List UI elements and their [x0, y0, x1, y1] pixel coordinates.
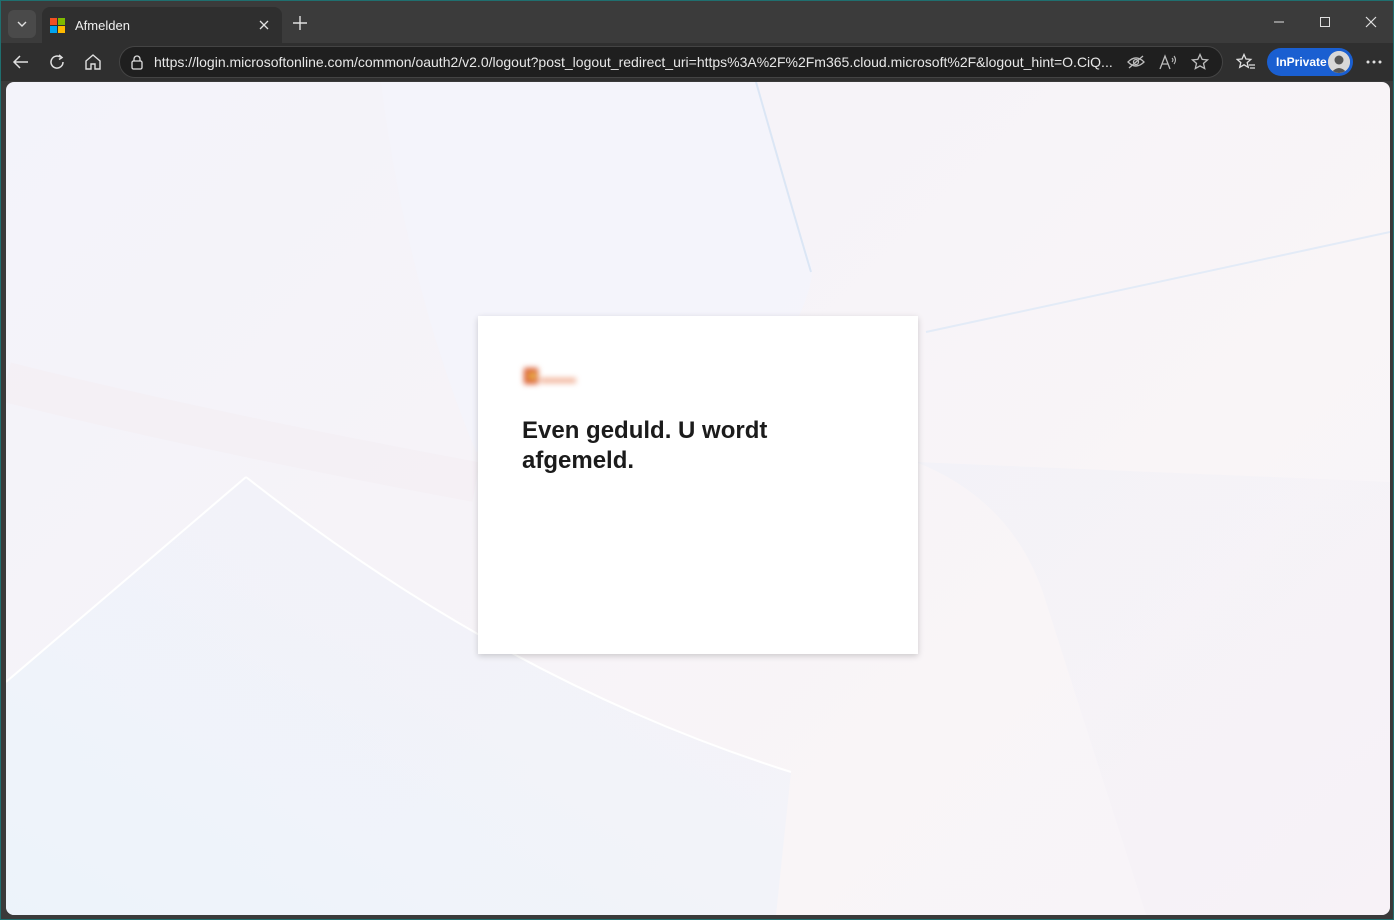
home-icon — [85, 54, 101, 70]
maximize-icon — [1320, 17, 1330, 27]
tab-close-button[interactable] — [252, 13, 276, 37]
arrow-left-icon — [12, 55, 28, 69]
maximize-button[interactable] — [1302, 7, 1348, 37]
page-viewport: Even geduld. U wordt afgemeld. — [6, 82, 1390, 915]
signout-message: Even geduld. U wordt afgemeld. — [522, 417, 768, 474]
organization-logo — [522, 362, 580, 392]
site-info-button[interactable] — [122, 47, 152, 77]
favorite-button[interactable] — [1184, 47, 1216, 77]
organization-logo-icon — [524, 368, 576, 384]
tab-strip: Afmelden — [1, 1, 1393, 43]
close-window-button[interactable] — [1348, 7, 1394, 37]
inprivate-label: InPrivate — [1276, 55, 1327, 69]
url-text[interactable]: https://login.microsoftonline.com/common… — [154, 54, 1120, 70]
refresh-button[interactable] — [42, 47, 72, 77]
more-horizontal-icon — [1366, 60, 1382, 64]
read-aloud-icon — [1159, 54, 1177, 70]
address-bar[interactable]: https://login.microsoftonline.com/common… — [119, 46, 1223, 78]
tab-actions-button[interactable] — [8, 10, 36, 38]
eye-off-icon — [1127, 55, 1145, 69]
close-icon — [259, 20, 269, 30]
close-icon — [1365, 16, 1377, 28]
tab-active[interactable]: Afmelden — [42, 7, 282, 43]
inprivate-badge[interactable]: InPrivate — [1267, 48, 1353, 76]
home-button[interactable] — [78, 47, 108, 77]
minimize-button[interactable] — [1256, 7, 1302, 37]
settings-more-button[interactable] — [1359, 47, 1389, 77]
minimize-icon — [1274, 21, 1284, 23]
lock-icon — [131, 55, 143, 70]
chevron-down-icon — [17, 21, 27, 27]
plus-icon — [293, 16, 307, 30]
back-button[interactable] — [6, 47, 36, 77]
tracking-prevention-button[interactable] — [1120, 47, 1152, 77]
star-icon — [1191, 53, 1209, 70]
user-icon — [1328, 51, 1350, 73]
refresh-icon — [50, 54, 64, 69]
browser-window: Afmelden https://login.microsoftonline.c… — [0, 0, 1394, 920]
read-aloud-button[interactable] — [1152, 47, 1184, 77]
browser-toolbar: https://login.microsoftonline.com/common… — [1, 43, 1393, 81]
tab-title: Afmelden — [75, 17, 130, 33]
new-tab-button[interactable] — [287, 10, 313, 36]
microsoft-logo-icon — [50, 17, 65, 33]
signout-card: Even geduld. U wordt afgemeld. — [478, 316, 918, 654]
favorites-button[interactable] — [1231, 47, 1261, 77]
favorites-icon — [1236, 53, 1255, 69]
avatar — [1328, 51, 1350, 73]
